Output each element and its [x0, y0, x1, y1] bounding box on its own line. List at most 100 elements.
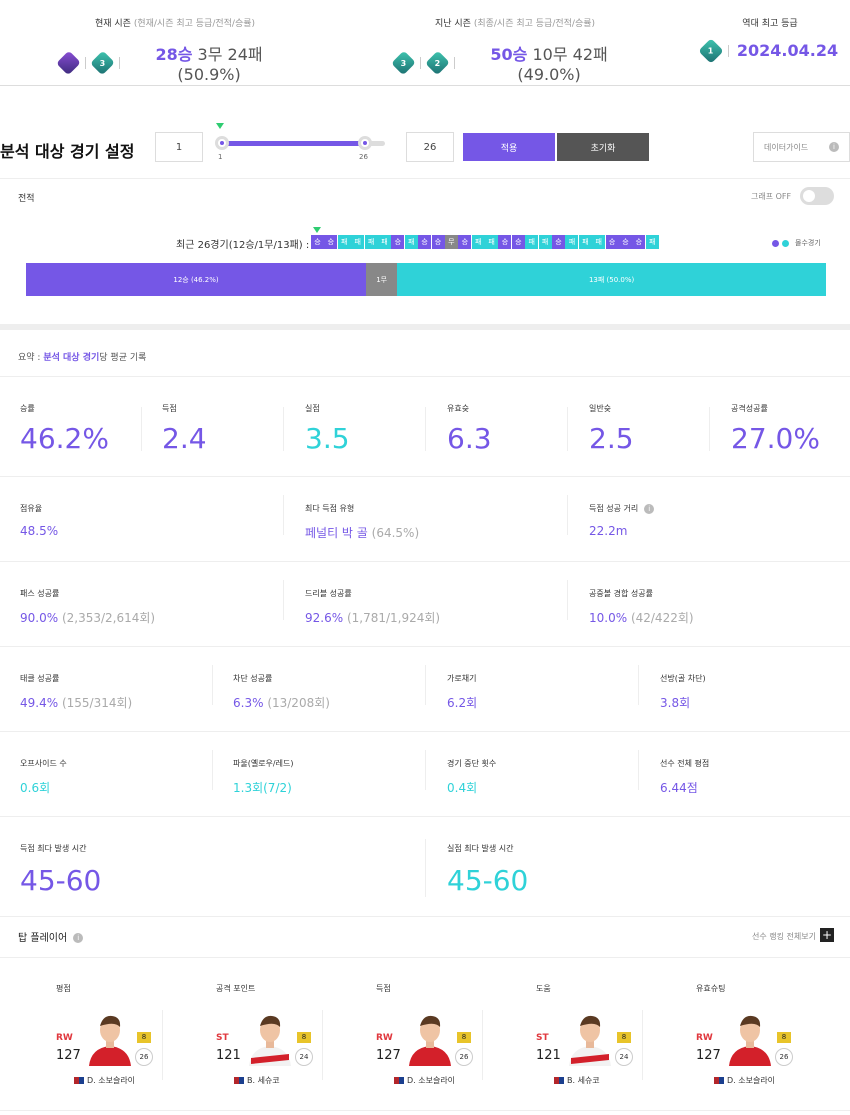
player-card[interactable]: 평점 RW 127 8 26 D. 소보슬라이 [2, 980, 162, 1095]
player-category: 공격 포인트 [216, 984, 256, 993]
slider-fill [220, 141, 366, 146]
stat-label: 일반슛 [589, 404, 612, 413]
interceptions-value: 6.2회 [447, 696, 478, 710]
result-chip: 승 [498, 235, 512, 249]
legend-label: 몰수경기 [795, 239, 821, 247]
player-ranking-link[interactable]: 선수 랭킹 전체보기 [752, 931, 816, 942]
stat-label: 최다 득점 유형 [305, 504, 355, 513]
fouls-value: 1.3회(7/2) [233, 781, 292, 795]
slider-knob-max[interactable] [358, 136, 372, 150]
slider-knob-min[interactable] [215, 136, 229, 150]
player-position: RW [696, 1033, 713, 1043]
previous-season: 지난 시즌 (최종/시즌 최고 등급/전적/승률) 3 2 50승 10무 42… [391, 16, 635, 84]
attack-success-value: 27.0% [731, 422, 820, 455]
result-chip: 승 [552, 235, 566, 249]
stat-label: 유효슛 [447, 404, 470, 413]
result-chip: 패 [377, 235, 391, 249]
result-chip: 승 [431, 235, 445, 249]
flag-icon [554, 1077, 564, 1084]
flag-icon [714, 1077, 724, 1084]
player-category: 득점 [376, 984, 391, 993]
goals-value: 2.4 [162, 422, 207, 455]
previous-record: 10무 42패(49.0%) [517, 45, 608, 84]
forfeit-legend: 몰수경기 [772, 238, 821, 248]
current-season: 현재 시즌 (현재/시즌 최고 등급/전적/승률) 3 28승 3무 24패(5… [56, 16, 290, 84]
record-panel: 전적 그래프 OFF 최근 26경기(12승/1무/13패) : 승승패패패패승… [0, 178, 850, 330]
goal-distance-value: 22.2m [589, 524, 628, 538]
result-chip: 승 [418, 235, 432, 249]
rank-icon: 2 [425, 50, 451, 75]
previous-season-title: 지난 시즌 (최종/시즌 최고 등급/전적/승률) [434, 19, 596, 29]
player-card[interactable]: 유효슈팅 RW 127 8 26 D. 소보슬라이 [642, 980, 802, 1095]
player-position: ST [216, 1033, 229, 1043]
range-slider[interactable] [215, 136, 385, 150]
result-chip: 승 [311, 235, 324, 249]
apply-button[interactable]: 적용 [463, 133, 555, 161]
current-wins: 28승 [155, 45, 193, 64]
level-badge: 8 [617, 1032, 631, 1043]
offside-value: 0.6회 [20, 781, 51, 795]
aerial-success-count: (42/422회) [627, 611, 694, 625]
range-from-input[interactable]: 1 [155, 132, 203, 162]
data-guide-button[interactable]: 데이터가이드 i [753, 132, 850, 162]
slider-max-label: 26 [359, 153, 368, 161]
summary-row-5: 오프사이드 수 0.6회 파울(옐로우/레드) 1.3회(7/2) 경기 중단 횟수… [0, 731, 850, 816]
reset-button[interactable]: 초기화 [557, 133, 649, 161]
top-goal-type-pct: (64.5%) [367, 526, 420, 540]
info-icon[interactable]: i [73, 933, 84, 943]
rank-icon: 3 [391, 50, 416, 75]
player-card[interactable]: 득점 RW 127 8 26 D. 소보슬라이 [322, 980, 482, 1095]
result-chip: 패 [592, 235, 606, 249]
flag-icon [394, 1077, 404, 1084]
previous-wins: 50승 [490, 45, 528, 64]
level-badge: 8 [137, 1032, 151, 1043]
range-to-input[interactable]: 26 [406, 132, 454, 162]
dribble-success-count: (1,781/1,924회) [343, 611, 441, 625]
result-chip: 패 [525, 235, 539, 249]
possession-value: 48.5% [20, 524, 59, 538]
result-chip: 승 [605, 235, 619, 249]
result-chip: 패 [538, 235, 552, 249]
player-ovr: 127 [376, 1048, 401, 1063]
result-chip: 무 [444, 235, 458, 249]
summary-row-3: 패스 성공률 90.0% (2,353/2,614회) 드리블 성공률 92.6% … [0, 561, 850, 646]
stat-label: 태클 성공률 [20, 674, 60, 683]
plus-icon[interactable]: + [820, 928, 834, 942]
current-season-title: 현재 시즌 (현재/시즌 최고 등급/전적/승률) [94, 19, 256, 29]
player-ovr: 121 [216, 1048, 241, 1063]
player-number: 26 [455, 1048, 473, 1066]
conceded-value: 3.5 [305, 422, 350, 455]
result-chip: 승 [618, 235, 632, 249]
stat-label: 득점 최다 발생 시간 [20, 844, 87, 853]
player-number: 26 [135, 1048, 153, 1066]
stat-label: 공격성공률 [731, 404, 768, 413]
player-name: D. 소보슬라이 [74, 1075, 135, 1086]
player-card[interactable]: 공격 포인트 ST 121 8 24 B. 세슈코 [162, 980, 322, 1095]
best-rank-date: 2024.04.24 [736, 41, 839, 60]
pass-success-count: (2,353/2,614회) [58, 611, 156, 625]
win-rate-value: 46.2% [20, 422, 109, 455]
info-icon[interactable]: i [644, 503, 655, 514]
stat-label: 선방(골 차단) [660, 674, 706, 683]
player-photo [89, 1015, 131, 1066]
slider-marker-icon [216, 123, 224, 129]
best-rank: 역대 최고 등급 1 2024.04.24 [698, 16, 840, 64]
result-chip: 승 [458, 235, 472, 249]
result-bar: 12승 (46.2%) 1무 13패 (50.0%) [26, 263, 826, 296]
player-name: B. 세슈코 [234, 1075, 280, 1086]
player-number: 26 [775, 1048, 793, 1066]
level-badge: 8 [457, 1032, 471, 1043]
dribble-success-value: 92.6% [305, 611, 344, 625]
goal-peak-time-value: 45-60 [20, 864, 102, 897]
player-name: D. 소보슬라이 [714, 1075, 775, 1086]
analysis-settings: 분석 대상 경기 설정 1 1 26 26 적용 초기화 데이터가이드 i [0, 118, 850, 178]
graph-toggle[interactable] [800, 187, 834, 205]
player-card[interactable]: 도움 ST 121 8 24 B. 세슈코 [482, 980, 642, 1095]
rank-icon: 1 [698, 37, 724, 64]
saves-value: 3.8회 [660, 696, 691, 710]
result-chip: 패 [565, 235, 579, 249]
result-chip: 패 [471, 235, 485, 249]
player-position: RW [376, 1033, 393, 1043]
best-rank-title: 역대 최고 등급 [742, 19, 798, 29]
slider-min-label: 1 [218, 153, 223, 161]
